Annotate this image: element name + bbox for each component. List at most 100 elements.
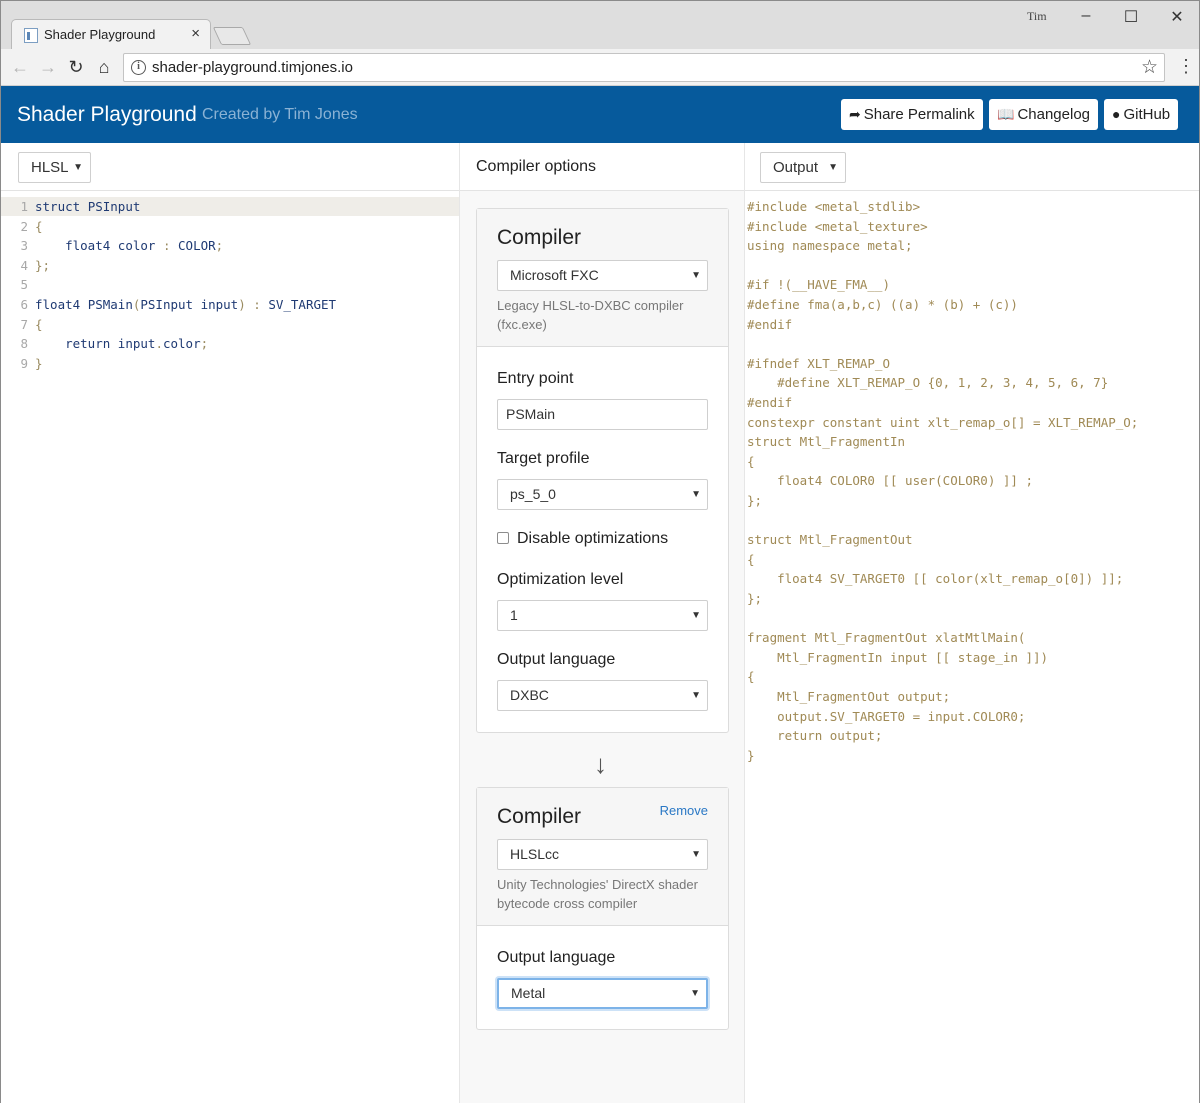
output-line: #include <metal_texture> [747, 218, 928, 234]
line-number: 4 [20, 257, 28, 273]
compiler-card-2: Compiler Remove HLSLcc ▼ Unity Technolog… [476, 787, 729, 1030]
info-icon[interactable]: i [131, 60, 146, 75]
close-window-icon[interactable]: ✕ [1167, 7, 1187, 27]
output-line: { [747, 453, 755, 469]
optimization-level-select[interactable]: 1 ▼ [497, 600, 708, 631]
line-number: 8 [20, 336, 28, 352]
close-tab-icon[interactable]: × [191, 25, 200, 42]
browser-tab[interactable]: Shader Playground × [11, 19, 211, 49]
chevron-down-icon: ▼ [691, 690, 701, 701]
code-token: . [155, 336, 163, 352]
page-icon [24, 28, 38, 43]
target-profile-select[interactable]: ps_5_0 ▼ [497, 479, 708, 510]
code-token: ; [215, 238, 224, 254]
chevron-down-icon: ▼ [691, 610, 701, 621]
options-panel-header: Compiler options [460, 143, 744, 191]
code-line[interactable]: 1 struct PSInput [1, 197, 459, 216]
compiler-title: Compiler [497, 805, 582, 828]
browser-titlebar: Shader Playground × Tim – ☐ ✕ [1, 1, 1199, 49]
output-language-select[interactable]: DXBC ▼ [497, 680, 708, 711]
code-line[interactable]: 3 float4 color : COLOR; [1, 236, 459, 255]
output-panel-header: Output ▼ [745, 143, 1199, 191]
disable-optimizations-checkbox[interactable] [497, 532, 509, 544]
language-select[interactable]: HLSL ▼ [18, 152, 91, 183]
compiler-description: Unity Technologies' DirectX shader bytec… [497, 877, 698, 911]
remove-compiler-link[interactable]: Remove [660, 803, 708, 818]
github-icon: ● [1112, 106, 1121, 122]
compiler-select[interactable]: HLSLcc ▼ [497, 839, 708, 870]
code-line[interactable]: 4}; [1, 256, 459, 275]
share-permalink-button[interactable]: ➦ Share Permalink [841, 99, 983, 130]
changelog-button[interactable]: 📖 Changelog [989, 99, 1098, 130]
code-token: struct [35, 199, 88, 214]
output-line: #endif [747, 395, 793, 410]
chevron-down-icon: ▼ [73, 162, 83, 173]
code-token: ; [200, 336, 209, 352]
menu-icon[interactable]: ⋮ [1177, 57, 1195, 75]
line-text: float4 PSMain(PSInput input) : SV_TARGET [35, 295, 336, 314]
compiler-card-2-header: Compiler Remove HLSLcc ▼ Unity Technolog… [477, 788, 728, 926]
code-token: COLOR [178, 238, 216, 254]
chevron-down-icon: ▼ [690, 988, 700, 999]
compiler-description: Legacy HLSL-to-DXBC compiler (fxc.exe) [497, 298, 684, 332]
code-line[interactable]: 2{ [1, 217, 459, 236]
share-icon: ➦ [849, 106, 861, 122]
output-line: { [747, 551, 755, 567]
code-line[interactable]: 7{ [1, 315, 459, 334]
github-button[interactable]: ● GitHub [1104, 99, 1179, 130]
line-number: 1 [20, 199, 28, 214]
chevron-down-icon: ▼ [691, 489, 701, 500]
output-language-label: Output language [497, 949, 616, 966]
optimization-level-value: 1 [510, 607, 518, 623]
line-number: 3 [20, 238, 28, 254]
output-select-value: Output [773, 159, 819, 176]
output-line: float4 COLOR0 [[ user(COLOR0) ]] ; [747, 473, 1033, 489]
code-token: float4 [35, 238, 118, 254]
output-line: struct Mtl_FragmentOut [747, 532, 913, 548]
output-language-value: Metal [511, 985, 546, 1001]
line-number: 6 [20, 297, 28, 312]
output-line: #define fma(a,b,c) ((a) * (b) + (c)) [747, 297, 1018, 312]
compiler-title: Compiler [497, 226, 582, 249]
line-number: 9 [20, 355, 28, 371]
reload-icon[interactable]: ↻ [65, 56, 87, 78]
output-line: return output; [747, 728, 883, 744]
line-text: struct PSInput [35, 197, 140, 216]
code-line[interactable]: 8 return input.color; [1, 334, 459, 353]
app-title[interactable]: Shader Playground [17, 103, 197, 127]
entry-point-input[interactable]: PSMain [497, 399, 708, 430]
code-line[interactable]: 9} [1, 354, 459, 373]
code-token: float4 [35, 297, 88, 312]
output-line: Mtl_FragmentIn input [[ stage_in ]]) [747, 649, 1049, 665]
entry-point-label: Entry point [497, 370, 574, 387]
url-text[interactable]: shader-playground.timjones.io [152, 59, 353, 76]
output-language-value: DXBC [510, 687, 549, 703]
disable-optimizations-label[interactable]: Disable optimizations [517, 530, 668, 548]
line-text: { [35, 217, 43, 236]
minimize-icon[interactable]: – [1076, 7, 1096, 25]
star-icon[interactable]: ☆ [1141, 56, 1158, 79]
code-token: PSInput [87, 199, 141, 214]
code-line[interactable]: 5 [1, 275, 459, 294]
forward-icon[interactable]: → [37, 56, 59, 78]
output-line: using namespace metal; [747, 238, 913, 254]
line-text: return input.color; [35, 334, 208, 353]
chevron-down-icon: ▼ [691, 270, 701, 281]
compiler-select-value: Microsoft FXC [510, 267, 599, 283]
new-tab-button[interactable] [212, 27, 252, 45]
code-token: color [162, 336, 201, 352]
output-line: { [747, 669, 755, 685]
maximize-icon[interactable]: ☐ [1121, 7, 1141, 27]
output-language-select[interactable]: Metal ▼ [497, 978, 708, 1009]
compiler-select[interactable]: Microsoft FXC ▼ [497, 260, 708, 291]
back-icon[interactable]: ← [9, 56, 31, 78]
output-select[interactable]: Output ▼ [760, 152, 846, 183]
optimization-level-label: Optimization level [497, 571, 624, 588]
address-bar[interactable]: i shader-playground.timjones.io ☆ [123, 53, 1165, 82]
window-user-label[interactable]: Tim [1027, 9, 1047, 24]
app-byline[interactable]: Created by Tim Jones [202, 106, 358, 124]
output-line: Mtl_FragmentOut output; [747, 689, 951, 704]
output-line: #define XLT_REMAP_O {0, 1, 2, 3, 4, 5, 6… [747, 375, 1109, 391]
home-icon[interactable]: ⌂ [93, 56, 115, 78]
code-line[interactable]: 6 float4 PSMain(PSInput input) : SV_TARGE… [1, 295, 459, 314]
